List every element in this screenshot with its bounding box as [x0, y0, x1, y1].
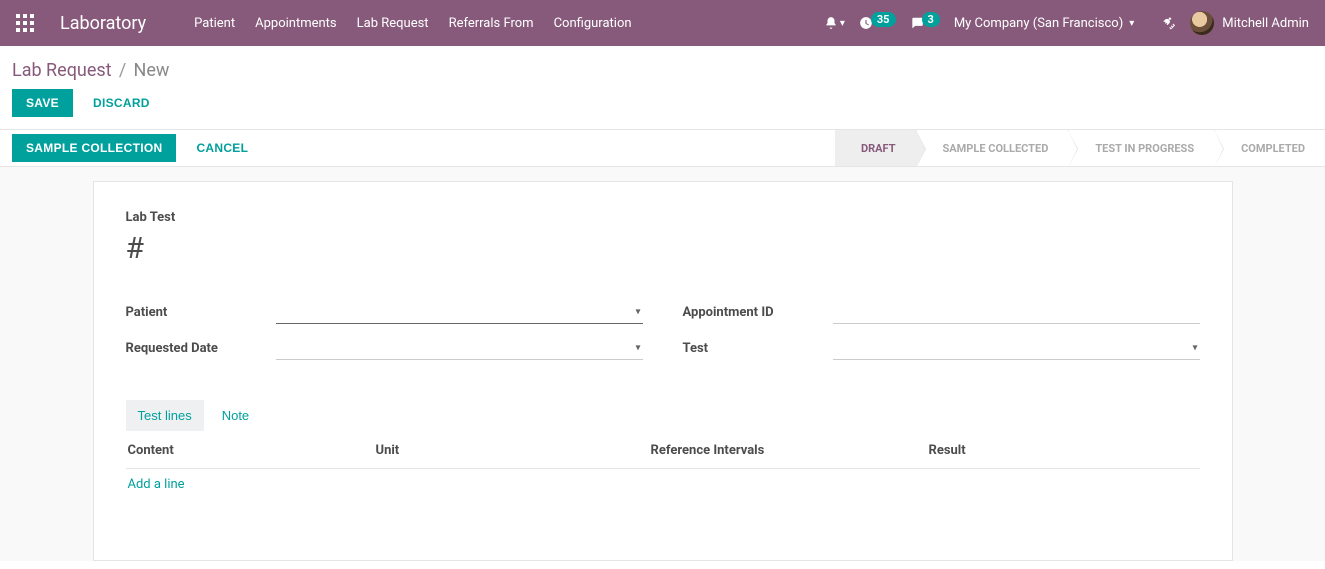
menu-lab-request[interactable]: Lab Request: [357, 16, 429, 31]
company-selector[interactable]: My Company (San Francisco) ▾: [954, 16, 1134, 31]
messages-badge: 3: [922, 12, 940, 27]
stage-draft[interactable]: DRAFT: [835, 130, 916, 166]
col-content: Content: [128, 443, 376, 458]
lab-test-value: #: [126, 231, 1200, 266]
user-menu[interactable]: Mitchell Admin: [1190, 11, 1309, 35]
top-nav: Laboratory Patient Appointments Lab Requ…: [0, 0, 1325, 46]
menu-configuration[interactable]: Configuration: [554, 16, 632, 31]
cancel-button[interactable]: CANCEL: [196, 141, 248, 155]
patient-input[interactable]: [276, 300, 643, 324]
field-requested-date: Requested Date ▾: [126, 336, 643, 360]
requested-date-label: Requested Date: [126, 341, 276, 356]
tab-note[interactable]: Note: [210, 400, 261, 431]
main-menu: Patient Appointments Lab Request Referra…: [194, 16, 631, 31]
breadcrumb-root[interactable]: Lab Request: [12, 60, 112, 81]
field-test: Test ▾: [683, 336, 1200, 360]
activities-icon[interactable]: 35: [859, 16, 896, 31]
app-brand: Laboratory: [60, 13, 146, 34]
appointment-id-label: Appointment ID: [683, 305, 833, 320]
form-sheet-bg: Lab Test # Patient ▾ Appointment ID Requ…: [0, 167, 1325, 561]
patient-label: Patient: [126, 305, 276, 320]
nav-right: ▾ 35 3 My Company (San Francisco) ▾ Mitc…: [824, 11, 1309, 35]
test-input[interactable]: [833, 336, 1200, 360]
field-patient: Patient ▾: [126, 300, 643, 324]
user-name: Mitchell Admin: [1222, 16, 1309, 31]
notifications-icon[interactable]: ▾: [824, 16, 845, 30]
debug-icon[interactable]: [1148, 16, 1176, 30]
col-result: Result: [929, 443, 1198, 458]
breadcrumb-current: New: [133, 60, 169, 81]
stage-test-in-progress[interactable]: TEST IN PROGRESS: [1068, 130, 1214, 166]
discard-button[interactable]: DISCARD: [93, 96, 150, 110]
col-reference-intervals: Reference Intervals: [651, 443, 929, 458]
form-sheet: Lab Test # Patient ▾ Appointment ID Requ…: [93, 181, 1233, 561]
breadcrumb: Lab Request / New: [0, 46, 1325, 89]
tab-test-lines[interactable]: Test lines: [126, 400, 204, 431]
status-stages: DRAFT SAMPLE COLLECTED TEST IN PROGRESS …: [835, 130, 1325, 166]
add-line-link[interactable]: Add a line: [126, 469, 187, 500]
stage-sample-collected[interactable]: SAMPLE COLLECTED: [916, 130, 1069, 166]
company-name: My Company (San Francisco): [954, 16, 1123, 31]
stage-completed[interactable]: COMPLETED: [1214, 130, 1325, 166]
field-appointment-id: Appointment ID: [683, 300, 1200, 324]
sample-collection-button[interactable]: SAMPLE COLLECTION: [12, 134, 176, 162]
requested-date-input[interactable]: [276, 336, 643, 360]
breadcrumb-separator: /: [119, 60, 126, 81]
table-header: Content Unit Reference Intervals Result: [126, 431, 1200, 469]
appointment-id-input[interactable]: [833, 300, 1200, 324]
col-unit: Unit: [376, 443, 651, 458]
menu-referrals-from[interactable]: Referrals From: [449, 16, 534, 31]
test-label: Test: [683, 341, 833, 356]
form-actions: SAVE DISCARD: [0, 89, 1325, 129]
activities-badge: 35: [871, 12, 896, 27]
menu-appointments[interactable]: Appointments: [255, 16, 337, 31]
avatar: [1190, 11, 1214, 35]
menu-patient[interactable]: Patient: [194, 16, 235, 31]
lab-test-label: Lab Test: [126, 210, 1200, 225]
save-button[interactable]: SAVE: [12, 89, 73, 117]
status-bar: SAMPLE COLLECTION CANCEL DRAFT SAMPLE CO…: [0, 129, 1325, 167]
form-fields: Patient ▾ Appointment ID Requested Date …: [126, 300, 1200, 360]
sheet-tabs: Test lines Note: [126, 400, 1200, 431]
chevron-down-icon: ▾: [1129, 18, 1134, 29]
messages-icon[interactable]: 3: [910, 16, 940, 31]
apps-icon[interactable]: [16, 14, 34, 32]
chevron-down-icon: ▾: [840, 18, 845, 29]
